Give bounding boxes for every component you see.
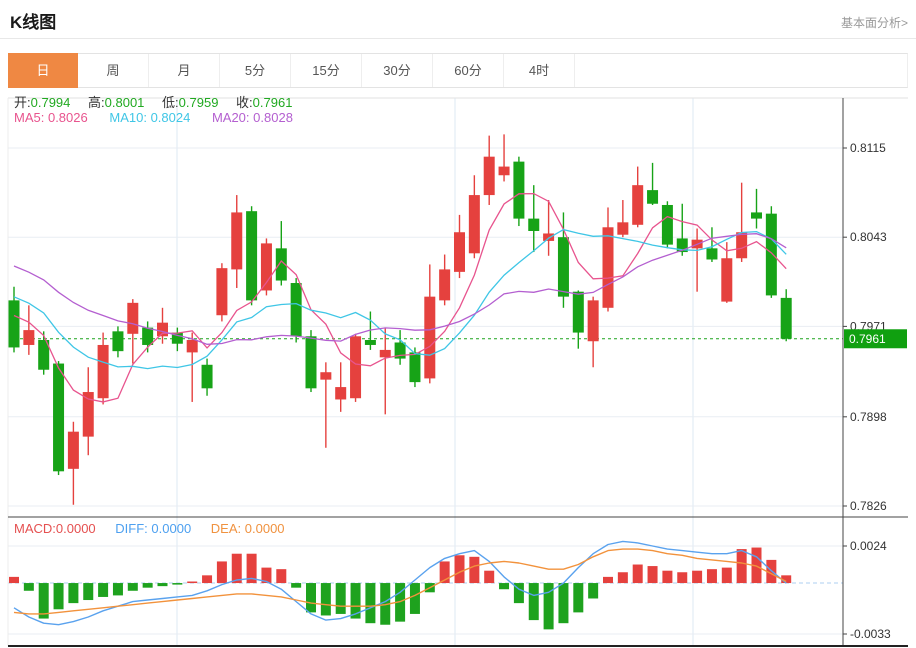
dea-label: DEA: — [210, 521, 242, 536]
price-axis-labels: 0.8115 0.8043 0.7971 0.7898 0.7826 0.0024 -0.0… — [843, 141, 891, 641]
macd-histogram — [9, 547, 792, 630]
ma5-label: MA5: — [14, 110, 45, 125]
dea-value: 0.0000 — [244, 521, 285, 536]
ma20-value: 0.8028 — [253, 110, 293, 125]
svg-text:-0.0033: -0.0033 — [850, 627, 891, 641]
ohlc-readout: 开:0.7994 高:0.8001 低:0.7959 收:0.7961 — [14, 92, 306, 111]
tab-日[interactable]: 日 — [8, 53, 78, 88]
svg-text:0.0024: 0.0024 — [850, 539, 887, 553]
svg-text:0.8043: 0.8043 — [850, 230, 887, 244]
ma5-line — [13, 192, 787, 403]
svg-text:0.7898: 0.7898 — [850, 410, 887, 424]
diff-line — [13, 540, 787, 626]
candlestick-series — [8, 134, 792, 505]
header-divider — [0, 38, 916, 39]
tab-4时[interactable]: 4时 — [504, 54, 575, 87]
high-label: 高: — [88, 95, 105, 110]
close-value: 0.7961 — [252, 95, 293, 110]
macd-value: 0.0000 — [55, 521, 96, 536]
ma10-line — [13, 228, 787, 370]
kline-widget: K线图 基本面分析> 日周月 5分 15分 30分 60分 4时 0.8115 0.8043… — [0, 0, 916, 648]
low-label: 低: — [162, 95, 179, 110]
dea-line — [13, 548, 787, 615]
tab-5分[interactable]: 5分 — [220, 54, 291, 87]
ma10-label: MA10: — [109, 110, 147, 125]
open-value: 0.7994 — [30, 95, 71, 110]
ma5-value: 0.8026 — [47, 110, 88, 125]
chart-frame — [7, 97, 908, 647]
tab-周[interactable]: 周 — [78, 54, 149, 87]
low-value: 0.7959 — [178, 95, 219, 110]
fundamental-analysis-link[interactable]: 基本面分析> — [841, 14, 908, 31]
svg-text:0.7971: 0.7971 — [850, 319, 887, 333]
high-value: 0.8001 — [104, 95, 145, 110]
ma20-line — [13, 233, 787, 345]
macd-label: MACD: — [14, 521, 56, 536]
interval-tabbar: 日周月 5分 15分 30分 60分 4时 — [8, 53, 908, 88]
ma20-label: MA20: — [211, 110, 250, 125]
tab-15分[interactable]: 15分 — [291, 54, 362, 87]
svg-text:0.8115: 0.8115 — [850, 141, 886, 155]
grid-lines — [8, 98, 843, 646]
ma10-value: 0.8024 — [150, 110, 191, 125]
current-price-badge: 0.7961 — [844, 329, 907, 349]
svg-text:0.7961: 0.7961 — [849, 332, 886, 346]
close-label: 收: — [236, 95, 253, 110]
tab-月[interactable]: 月 — [149, 54, 220, 87]
ma-readout: MA5: 0.8026 MA10: 0.8024 MA20: 0.8028 — [14, 110, 311, 125]
tab-30分[interactable]: 30分 — [362, 54, 433, 87]
open-label: 开: — [14, 95, 31, 110]
diff-label: DIFF: — [115, 521, 148, 536]
macd-readout: MACD:0.0000 DIFF: 0.0000 DEA: 0.0000 — [14, 521, 301, 536]
diff-value: 0.0000 — [151, 521, 192, 536]
svg-text:0.7826: 0.7826 — [850, 499, 887, 513]
page-title: K线图 — [10, 13, 57, 32]
tab-60分[interactable]: 60分 — [433, 54, 504, 87]
